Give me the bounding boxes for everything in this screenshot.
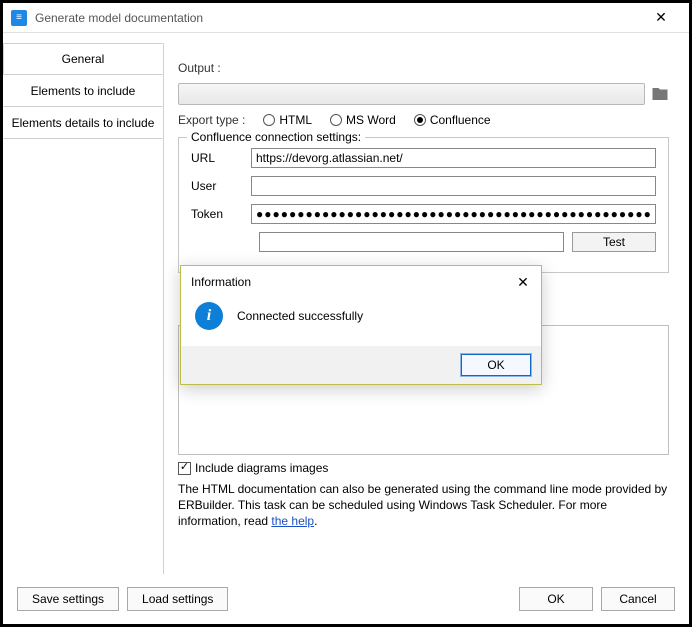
help-after: . xyxy=(314,514,317,528)
footer-bar: Save settings Load settings OK Cancel xyxy=(3,574,689,624)
dialog-message: Connected successfully xyxy=(237,309,363,323)
radio-circle-icon xyxy=(330,114,342,126)
folder-browse-icon[interactable] xyxy=(651,85,669,103)
export-type-row: Export type : HTML MS Word Confluence xyxy=(178,113,669,127)
radio-html-label: HTML xyxy=(279,113,312,127)
space-input[interactable] xyxy=(259,232,564,252)
radio-confluence-label: Confluence xyxy=(430,113,491,127)
dialog-title: Information xyxy=(191,275,251,289)
tab-general[interactable]: General xyxy=(3,43,163,75)
cancel-button[interactable]: Cancel xyxy=(601,587,675,611)
help-before: The HTML documentation can also be gener… xyxy=(178,482,667,528)
output-path-field[interactable] xyxy=(178,83,645,105)
output-label: Output : xyxy=(178,61,221,75)
dialog-titlebar: Information ✕ xyxy=(181,266,541,296)
user-input[interactable] xyxy=(251,176,656,196)
confluence-group-title: Confluence connection settings: xyxy=(187,130,365,144)
url-label: URL xyxy=(191,151,251,165)
dialog-close-icon[interactable]: ✕ xyxy=(513,272,533,292)
url-input[interactable] xyxy=(251,148,656,168)
token-label: Token xyxy=(191,207,251,221)
export-type-label: Export type : xyxy=(178,113,245,127)
left-tabs: General Elements to include Elements det… xyxy=(3,43,163,139)
radio-circle-icon xyxy=(414,114,426,126)
dialog-ok-button[interactable]: OK xyxy=(461,354,531,376)
help-link[interactable]: the help xyxy=(271,514,314,528)
test-button[interactable]: Test xyxy=(572,232,656,252)
radio-confluence[interactable]: Confluence xyxy=(414,113,491,127)
tab-details[interactable]: Elements details to include xyxy=(3,107,163,139)
radio-msword[interactable]: MS Word xyxy=(330,113,396,127)
close-icon[interactable]: ✕ xyxy=(641,4,681,32)
radio-html[interactable]: HTML xyxy=(263,113,312,127)
load-settings-button[interactable]: Load settings xyxy=(127,587,228,611)
save-settings-button[interactable]: Save settings xyxy=(17,587,119,611)
include-images-row: Include diagrams images xyxy=(178,461,669,475)
ok-button[interactable]: OK xyxy=(519,587,593,611)
titlebar: ≡ Generate model documentation ✕ xyxy=(3,3,689,33)
help-text: The HTML documentation can also be gener… xyxy=(178,481,669,530)
window-title: Generate model documentation xyxy=(35,11,641,25)
radio-msword-label: MS Word xyxy=(346,113,396,127)
info-icon: i xyxy=(195,302,223,330)
include-images-label: Include diagrams images xyxy=(195,461,328,475)
confluence-settings-group: Confluence connection settings: URL User… xyxy=(178,137,669,273)
app-icon: ≡ xyxy=(11,10,27,26)
radio-circle-icon xyxy=(263,114,275,126)
info-dialog: Information ✕ i Connected successfully O… xyxy=(180,265,542,385)
include-images-checkbox[interactable] xyxy=(178,462,191,475)
user-label: User xyxy=(191,179,251,193)
token-input[interactable] xyxy=(251,204,656,224)
tab-elements[interactable]: Elements to include xyxy=(3,75,163,107)
